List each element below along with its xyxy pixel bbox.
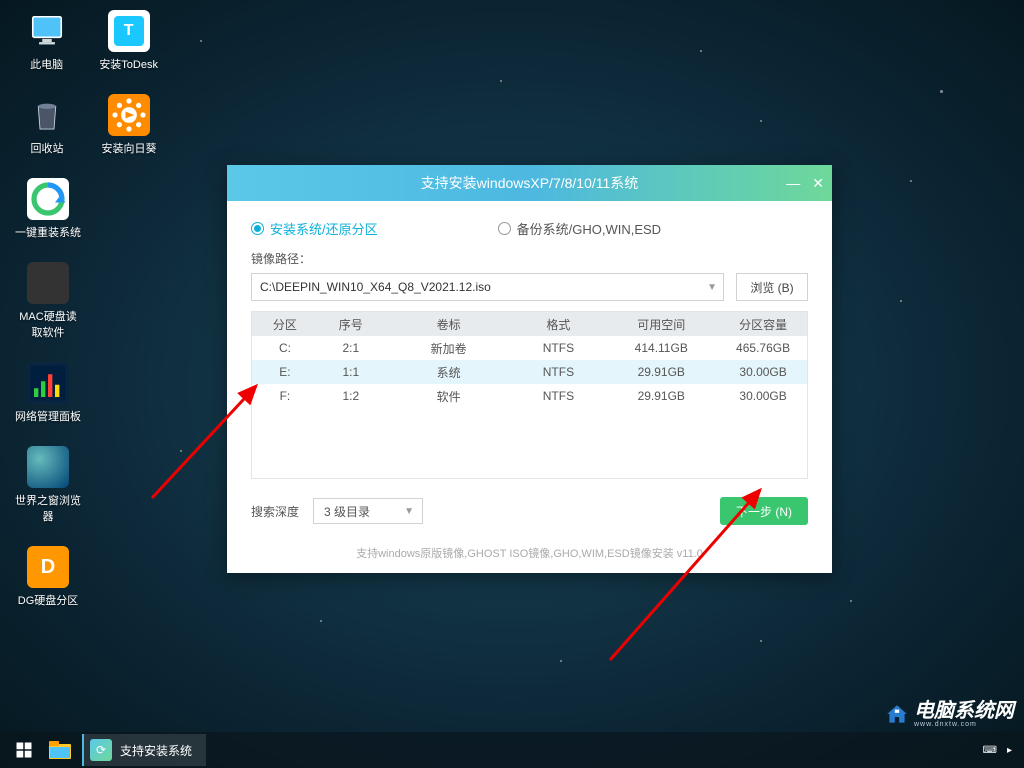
desktop-icon-dg[interactable]: D DG硬盘分区 [18,546,78,608]
reinstall-icon [27,178,69,220]
taskbar-task-installer[interactable]: ⟳ 支持安装系统 [82,734,206,766]
tab-install-label: 安装系统/还原分区 [270,219,378,238]
desktop-icon-label: 安装向日葵 [102,140,157,156]
image-path-label: 镜像路径： [251,250,808,267]
minimize-button[interactable]: — [786,175,800,192]
col-label: 卷标 [384,316,514,333]
desktop-icon-pc[interactable]: 此电脑 [18,10,75,72]
globe-icon [27,446,69,488]
desktop-icon-label: 安装ToDesk [99,56,158,72]
image-path-value: C:\DEEPIN_WIN10_X64_Q8_V2021.12.iso [260,280,491,294]
desktop-icon-globe[interactable]: 世界之窗浏览器 [18,446,78,524]
system-tray[interactable]: ⌨ ▸ [983,745,1018,756]
desktop-icon-label: 世界之窗浏览器 [15,492,81,524]
installer-window: 支持安装windowsXP/7/8/10/11系统 — ✕ 安装系统/还原分区 … [227,165,832,573]
table-header: 分区 序号 卷标 格式 可用空间 分区容量 [252,312,807,336]
start-button[interactable] [6,732,42,768]
watermark: 电脑系统网 www.dnxtw.com [884,701,1014,728]
task-icon: ⟳ [90,739,112,761]
tab-backup-system[interactable]: 备份系统/GHO,WIN,ESD [498,219,661,238]
taskbar-explorer[interactable] [42,732,78,768]
radio-selected-icon [251,222,264,235]
desktop-icon-label: 回收站 [31,140,64,156]
window-title: 支持安装windowsXP/7/8/10/11系统 [421,173,639,193]
table-row[interactable]: F:1:2软件NTFS29.91GB30.00GB [252,384,807,408]
browse-button[interactable]: 浏览 (B) [736,273,808,301]
mac-icon [27,262,69,304]
titlebar: 支持安装windowsXP/7/8/10/11系统 — ✕ [227,165,832,201]
desktop-icon-label: DG硬盘分区 [18,592,79,608]
desktop-icon-reinstall[interactable]: 一键重装系统 [18,178,78,240]
close-button[interactable]: ✕ [812,175,824,192]
tray-keyboard-icon[interactable]: ⌨ [983,745,997,756]
search-depth-select[interactable]: 3 级目录 ▼ [313,498,423,524]
netpanel-icon [27,362,69,404]
search-depth-label: 搜索深度 [251,503,299,520]
pc-icon [26,10,68,52]
col-free: 可用空间 [603,316,719,333]
chevron-down-icon: ▼ [404,506,414,517]
next-button[interactable]: 下一步 (N) [720,497,808,525]
search-depth-value: 3 级目录 [324,503,370,520]
tab-install-restore[interactable]: 安装系统/还原分区 [251,219,378,238]
desktop-icon-label: 此电脑 [30,56,63,72]
desktop-icon-sunflower[interactable]: 安装向日葵 [100,94,158,156]
sunflower-icon [108,94,150,136]
dg-icon: D [27,546,69,588]
desktop-icon-todesk[interactable]: T 安装ToDesk [99,10,158,72]
dropdown-icon[interactable]: ▼ [707,282,717,293]
desktop-icon-label: MAC硬盘读取软件 [19,308,76,340]
tray-chevron-icon[interactable]: ▸ [1007,745,1012,756]
radio-unselected-icon [498,222,511,235]
table-row[interactable]: E:1:1系统NTFS29.91GB30.00GB [252,360,807,384]
taskbar: ⟳ 支持安装系统 ⌨ ▸ [0,732,1024,768]
desktop-icon-label: 网络管理面板 [15,408,81,424]
task-label: 支持安装系统 [120,742,192,759]
col-fmt: 格式 [514,316,604,333]
todesk-icon: T [108,10,150,52]
table-row[interactable]: C:2:1新加卷NTFS414.11GB465.76GB [252,336,807,360]
col-drive: 分区 [252,316,318,333]
desktop-icon-label: 一键重装系统 [15,224,81,240]
support-footer: 支持windows原版镜像,GHOST ISO镜像,GHO,WIM,ESD镜像安… [227,545,832,561]
partition-table: 分区 序号 卷标 格式 可用空间 分区容量 C:2:1新加卷NTFS414.11… [251,311,808,479]
image-path-combobox[interactable]: C:\DEEPIN_WIN10_X64_Q8_V2021.12.iso ▼ [251,273,724,301]
col-seq: 序号 [318,316,384,333]
watermark-text: 电脑系统网 [914,701,1014,721]
watermark-sub: www.dnxtw.com [914,721,1014,728]
desktop-icon-trash[interactable]: 回收站 [18,94,76,156]
desktop-icon-netpanel[interactable]: 网络管理面板 [18,362,78,424]
trash-icon [26,94,68,136]
tab-backup-label: 备份系统/GHO,WIN,ESD [517,219,661,238]
col-cap: 分区容量 [719,316,807,333]
desktop-icon-mac[interactable]: MAC硬盘读取软件 [18,262,78,340]
